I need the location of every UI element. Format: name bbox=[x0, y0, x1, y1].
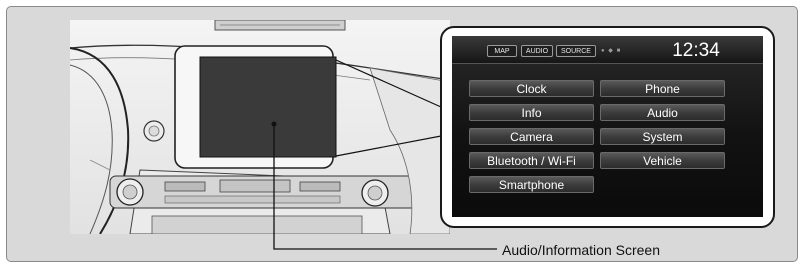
tab-audio[interactable]: AUDIO bbox=[521, 45, 553, 57]
menu-button-bluetooth-wifi[interactable]: Bluetooth / Wi-Fi bbox=[469, 152, 594, 169]
clock-display: 12:34 bbox=[672, 40, 720, 61]
audio-information-screen: MAP AUDIO SOURCE ● ◆ ■ 12:34 Clock Phone… bbox=[452, 36, 763, 217]
menu-button-clock[interactable]: Clock bbox=[469, 80, 594, 97]
menu-button-info[interactable]: Info bbox=[469, 104, 594, 121]
menu-button-system[interactable]: System bbox=[600, 128, 725, 145]
menu-button-camera[interactable]: Camera bbox=[469, 128, 594, 145]
menu-button-smartphone[interactable]: Smartphone bbox=[469, 176, 594, 193]
menu-button-audio[interactable]: Audio bbox=[600, 104, 725, 121]
status-icons: ● ◆ ■ bbox=[601, 48, 622, 54]
menu-button-phone[interactable]: Phone bbox=[600, 80, 725, 97]
menu-button-vehicle[interactable]: Vehicle bbox=[600, 152, 725, 169]
screen-callout-label: Audio/Information Screen bbox=[502, 242, 660, 258]
tab-map[interactable]: MAP bbox=[487, 45, 517, 57]
tab-source[interactable]: SOURCE bbox=[556, 45, 596, 57]
screen-header-bar: MAP AUDIO SOURCE ● ◆ ■ 12:34 bbox=[452, 36, 763, 64]
dashboard-illustration bbox=[70, 20, 450, 234]
